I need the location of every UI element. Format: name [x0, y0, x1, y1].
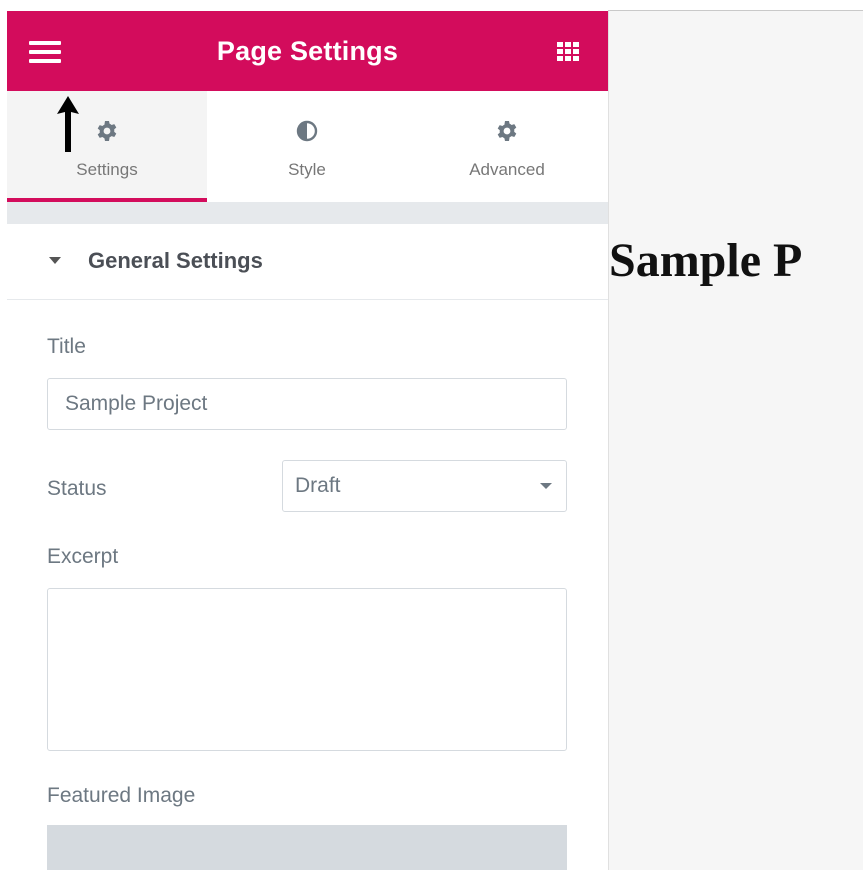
- excerpt-textarea[interactable]: [47, 588, 567, 751]
- tab-settings[interactable]: Settings: [7, 91, 207, 202]
- grid-widgets-icon[interactable]: [555, 41, 581, 63]
- gear-icon: [7, 119, 207, 143]
- preview-page-heading: Sample P: [609, 234, 803, 287]
- annotation-arrow-icon: [57, 96, 79, 152]
- editor-panel: Page Settings Settings Style Advanced Ge…: [7, 11, 608, 870]
- gear-icon: [407, 119, 607, 143]
- tabs-separator: [7, 202, 608, 224]
- select-caret-down-icon: [540, 483, 552, 489]
- title-input[interactable]: Sample Project: [47, 378, 567, 430]
- tab-settings-label: Settings: [76, 160, 138, 179]
- excerpt-label: Excerpt: [47, 545, 119, 568]
- tab-style-label: Style: [288, 160, 326, 179]
- panel-tabs: Settings Style Advanced: [7, 91, 608, 202]
- status-select[interactable]: Draft: [282, 460, 567, 512]
- panel-header: Page Settings: [7, 11, 608, 91]
- status-select-value: Draft: [295, 474, 341, 497]
- tab-advanced-label: Advanced: [469, 160, 545, 179]
- general-settings-section-toggle[interactable]: General Settings: [7, 224, 608, 300]
- featured-image-placeholder[interactable]: [47, 825, 567, 870]
- panel-title: Page Settings: [216, 35, 399, 66]
- hamburger-menu-icon[interactable]: [29, 41, 61, 65]
- title-label: Title: [47, 335, 86, 358]
- page-preview: Sample P: [608, 11, 863, 870]
- half-circle-contrast-icon: [207, 119, 407, 143]
- section-title: General Settings: [88, 248, 263, 273]
- tab-advanced[interactable]: Advanced: [407, 91, 607, 202]
- featured-image-label: Featured Image: [47, 784, 196, 807]
- tab-style[interactable]: Style: [207, 91, 407, 202]
- caret-down-icon: [49, 257, 61, 264]
- status-label: Status: [47, 477, 107, 500]
